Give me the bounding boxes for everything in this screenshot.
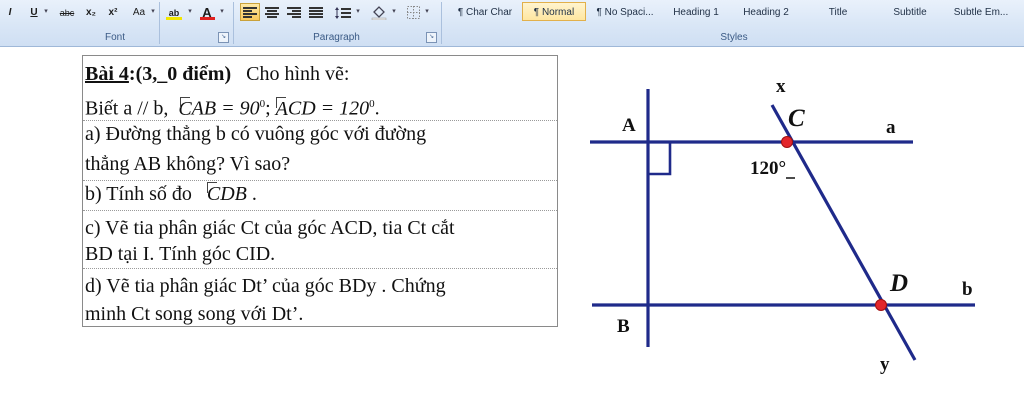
highlight-dropdown-icon[interactable]: ▾ <box>186 3 194 21</box>
styles-group-label: Styles <box>720 32 748 43</box>
label-x: x <box>776 76 786 97</box>
change-case-dropdown-icon[interactable]: ▾ <box>149 3 157 21</box>
style-no-spacing[interactable]: ¶ No Spaci... <box>592 2 658 21</box>
ribbon-separator <box>441 2 442 44</box>
style-heading-2[interactable]: Heading 2 <box>734 2 798 21</box>
label-c: C <box>788 105 805 132</box>
point-c <box>781 136 793 148</box>
align-center-button[interactable] <box>262 3 282 21</box>
style-subtitle[interactable]: Subtitle <box>878 2 942 21</box>
borders-icon <box>406 6 420 19</box>
align-right-icon <box>287 7 301 18</box>
borders-button[interactable] <box>403 3 423 21</box>
paragraph-dialog-launcher-icon[interactable]: ↘ <box>426 32 437 43</box>
subscript-button[interactable]: x₂ <box>82 3 100 21</box>
point-d <box>875 299 887 311</box>
justify-icon <box>309 7 323 18</box>
italic-button[interactable]: I <box>2 3 18 21</box>
change-case-button[interactable]: Aa <box>128 3 150 21</box>
label-A: A <box>622 115 636 136</box>
paint-bucket-icon <box>371 6 387 21</box>
align-center-icon <box>265 7 279 18</box>
ribbon: I U ▾ abc x₂ x² Aa ▾ ab ▾ A ▾ Font ↘ ▾ ▾… <box>0 0 1024 47</box>
document-area[interactable]: Bài 4:(3,_0 điểm) Cho hình vẽ: Biết a //… <box>0 47 1024 405</box>
highlight-button[interactable]: ab <box>163 3 185 21</box>
right-angle-mark <box>648 142 672 176</box>
label-b: b <box>962 279 973 300</box>
shading-dropdown-icon[interactable]: ▾ <box>390 3 398 21</box>
paragraph-group-label: Paragraph <box>313 32 360 43</box>
align-left-button[interactable] <box>240 3 260 21</box>
superscript-button[interactable]: x² <box>104 3 122 21</box>
font-color-button[interactable]: A <box>198 3 216 21</box>
align-left-icon <box>243 7 257 18</box>
line-spacing-dropdown-icon[interactable]: ▾ <box>354 3 362 21</box>
style-heading-1[interactable]: Heading 1 <box>664 2 728 21</box>
label-B: B <box>617 316 630 337</box>
underline-dropdown-icon[interactable]: ▾ <box>42 3 50 21</box>
underline-button[interactable]: U <box>26 3 42 21</box>
style-char-char[interactable]: ¶ Char Char <box>452 2 518 21</box>
justify-button[interactable] <box>306 3 326 21</box>
label-a: a <box>886 117 896 138</box>
font-color-dropdown-icon[interactable]: ▾ <box>218 3 226 21</box>
style-title[interactable]: Title <box>806 2 870 21</box>
borders-dropdown-icon[interactable]: ▾ <box>423 3 431 21</box>
font-color-bar <box>200 17 215 20</box>
label-y: y <box>880 354 890 375</box>
label-angle-120: 120° <box>750 158 786 179</box>
line-spacing-button[interactable] <box>332 3 354 21</box>
style-subtle-emphasis[interactable]: Subtle Em... <box>948 2 1014 21</box>
label-d: D <box>889 270 908 297</box>
font-group-label: Font <box>104 32 125 43</box>
shading-button[interactable] <box>368 3 390 21</box>
geometry-figure: x C a A 120° D b B y <box>590 76 975 375</box>
font-dialog-launcher-icon[interactable]: ↘ <box>218 32 229 43</box>
style-normal[interactable]: ¶ Normal <box>522 2 586 21</box>
align-right-button[interactable] <box>284 3 304 21</box>
line-spacing-icon <box>335 7 351 19</box>
highlight-color-bar <box>166 17 182 20</box>
strikethrough-button[interactable]: abc <box>56 3 78 21</box>
